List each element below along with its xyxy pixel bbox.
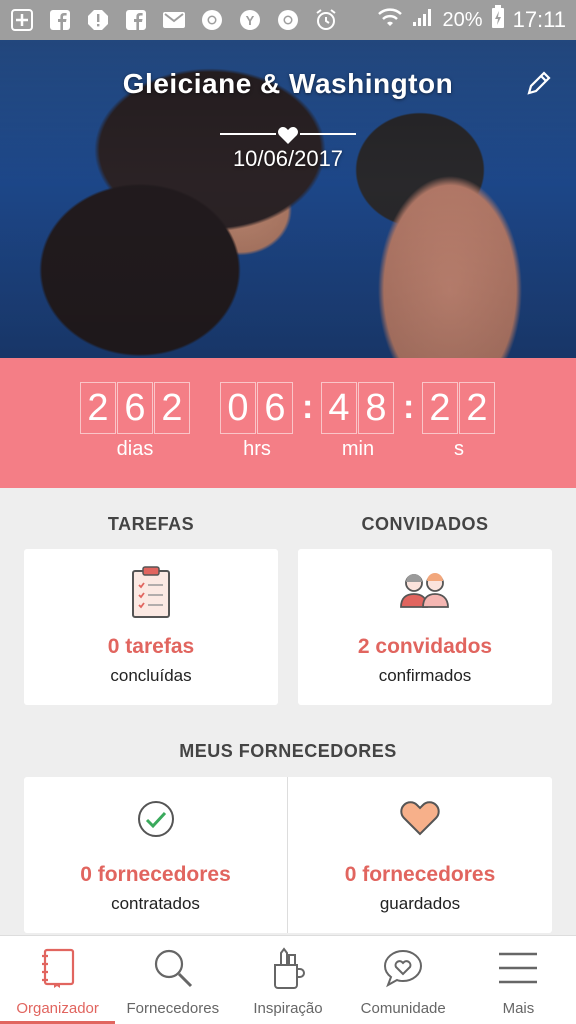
digit: 2 [459, 382, 495, 434]
alert-icon [86, 8, 110, 32]
alarm-icon [314, 8, 338, 32]
nav-organizador[interactable]: Organizador [0, 936, 116, 1024]
tasks-sub: concluídas [110, 666, 192, 685]
wifi-icon [377, 6, 403, 34]
mail-icon [162, 8, 186, 32]
digit: 6 [117, 382, 153, 434]
digit: 2 [422, 382, 458, 434]
nav-label: Inspiração [253, 1000, 323, 1017]
nav-inspiracao[interactable]: Inspiração [230, 936, 345, 1024]
saved-sub: guardados [379, 894, 461, 913]
saved-suppliers[interactable]: 0 fornecedores guardados [288, 777, 552, 933]
tasks-count: 0 tarefas [107, 635, 195, 658]
separator: : [302, 388, 314, 426]
search-icon [152, 946, 194, 990]
svg-text:Y: Y [246, 13, 255, 28]
heart-divider-icon [220, 122, 356, 146]
seconds-label: s [454, 438, 464, 460]
edit-pencil-icon[interactable] [524, 68, 554, 98]
digit: 2 [80, 382, 116, 434]
countdown: 2 6 2 dias 0 6 hrs : 4 8 min : 2 2 s [0, 358, 576, 488]
chat-heart-icon [382, 946, 424, 990]
tasks-title: TAREFAS [107, 514, 195, 534]
hired-sub: contratados [111, 894, 200, 913]
notification-icons: Y [10, 8, 338, 32]
guests-title: CONVIDADOS [361, 514, 489, 534]
clock: 17:11 [512, 7, 566, 32]
clipboard-icon [131, 565, 171, 624]
menu-icon [497, 946, 539, 990]
check-circle-icon [136, 799, 176, 844]
suppliers-title: MEUS FORNECEDORES [179, 741, 397, 761]
facebook-icon [48, 8, 72, 32]
digit: 8 [358, 382, 394, 434]
digit: 0 [220, 382, 256, 434]
guests-sub: confirmados [378, 666, 472, 685]
nav-comunidade[interactable]: Comunidade [346, 936, 461, 1024]
status-bar: Y 20% 17:11 [0, 0, 576, 40]
nav-label: Fornecedores [126, 1000, 220, 1017]
nav-mais[interactable]: Mais [461, 936, 576, 1024]
saved-count: 0 fornecedores [344, 863, 496, 886]
add-notification-icon [10, 8, 34, 32]
battery-percent: 20% [442, 8, 483, 31]
hours-digits: 0 6 [220, 382, 293, 434]
seconds-digits: 2 2 [422, 382, 495, 434]
inspiration-icon [271, 946, 305, 990]
digit: 6 [257, 382, 293, 434]
yahoo-icon: Y [238, 8, 262, 32]
tasks-card[interactable]: 0 tarefas concluídas [24, 549, 278, 705]
planner-icon [41, 946, 75, 990]
battery-charging-icon [491, 5, 505, 35]
hired-count: 0 fornecedores [80, 863, 231, 886]
nav-label: Comunidade [360, 1000, 446, 1017]
heart-icon [399, 799, 441, 842]
digit: 2 [154, 382, 190, 434]
days-label: dias [116, 438, 154, 460]
wedding-date: 10/06/2017 [232, 146, 344, 171]
nav-fornecedores[interactable]: Fornecedores [115, 936, 230, 1024]
hired-suppliers[interactable]: 0 fornecedores contratados [24, 777, 287, 933]
digit: 4 [321, 382, 357, 434]
chrome-icon-2 [276, 8, 300, 32]
days-digits: 2 6 2 [80, 382, 190, 434]
guests-count: 2 convidados [357, 635, 493, 658]
facebook-icon-2 [124, 8, 148, 32]
guests-icon [398, 571, 452, 616]
separator: : [403, 388, 415, 426]
hero-photo[interactable]: Gleiciane & Washington 10/06/2017 [0, 40, 576, 358]
bottom-nav: Organizador Fornecedores Inspiração Comu… [0, 935, 576, 1024]
minutes-digits: 4 8 [321, 382, 394, 434]
signal-icon [411, 6, 435, 34]
couple-names: Gleiciane & Washington [122, 68, 454, 99]
chrome-icon [200, 8, 224, 32]
nav-label: Mais [502, 1000, 535, 1017]
suppliers-card: 0 fornecedores contratados 0 fornecedore… [24, 777, 552, 933]
status-right: 20% 17:11 [377, 5, 566, 35]
nav-label: Organizador [16, 1000, 99, 1017]
minutes-label: min [341, 438, 375, 460]
guests-card[interactable]: 2 convidados confirmados [298, 549, 552, 705]
hours-label: hrs [243, 438, 271, 460]
